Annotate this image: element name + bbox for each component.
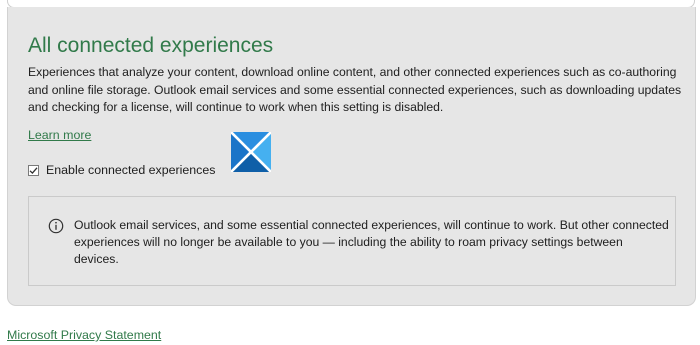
enable-connected-experiences-checkbox[interactable]	[28, 164, 39, 176]
info-icon	[48, 218, 64, 234]
enable-connected-experiences-option[interactable]: Enable connected experiences	[28, 161, 215, 179]
section-title: All connected experiences	[28, 34, 274, 57]
section-description: Experiences that analyze your content, d…	[28, 65, 682, 114]
info-text: Outlook email services, and some essenti…	[74, 218, 669, 266]
checkmark-icon	[29, 166, 38, 174]
info-notice: Outlook email services, and some essenti…	[28, 196, 676, 286]
privacy-statement-link[interactable]: Microsoft Privacy Statement	[7, 327, 161, 343]
checkbox-label: Enable connected experiences	[46, 163, 216, 177]
learn-more-link[interactable]: Learn more	[28, 127, 91, 144]
privacy-settings-page: All connected experiences Experiences th…	[0, 0, 700, 345]
windows-logo-icon	[230, 131, 272, 173]
